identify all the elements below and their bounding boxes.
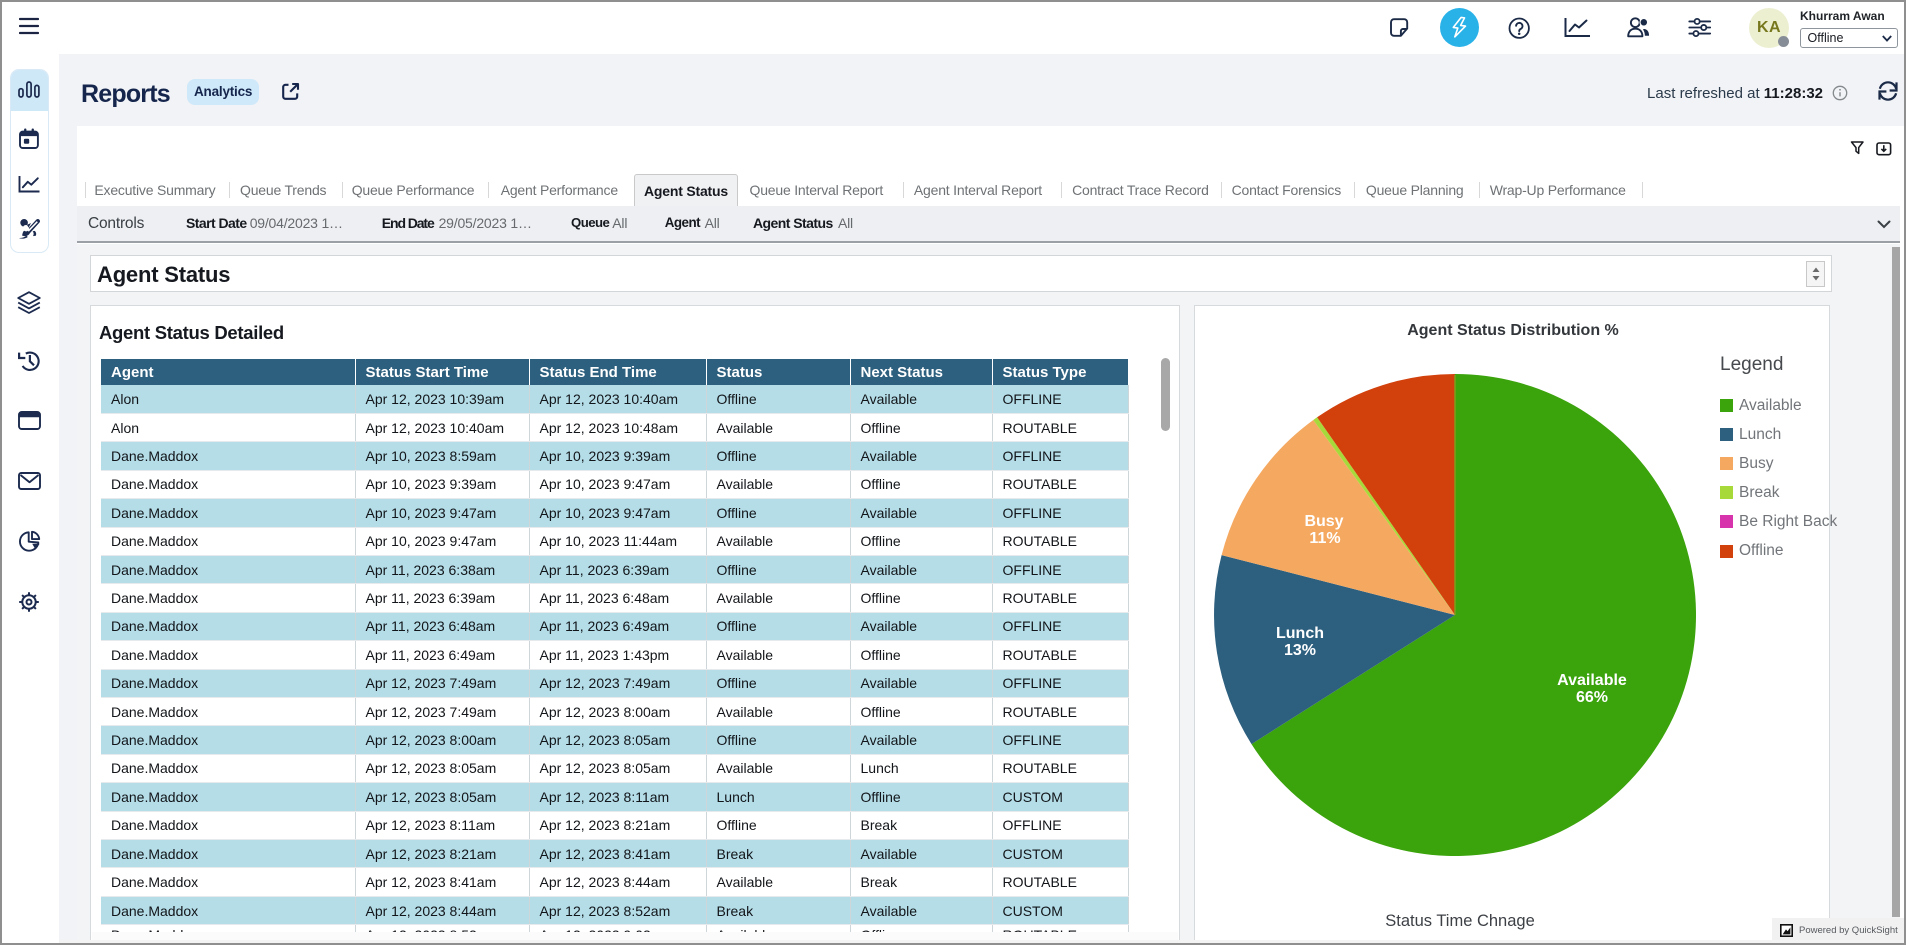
svg-text:13%: 13% <box>1284 642 1316 659</box>
svg-text:Available: Available <box>1557 672 1627 689</box>
svg-text:11%: 11% <box>1309 530 1340 547</box>
svg-text:66%: 66% <box>1576 689 1608 706</box>
svg-text:Lunch: Lunch <box>1276 625 1324 642</box>
svg-text:Busy: Busy <box>1304 513 1343 530</box>
